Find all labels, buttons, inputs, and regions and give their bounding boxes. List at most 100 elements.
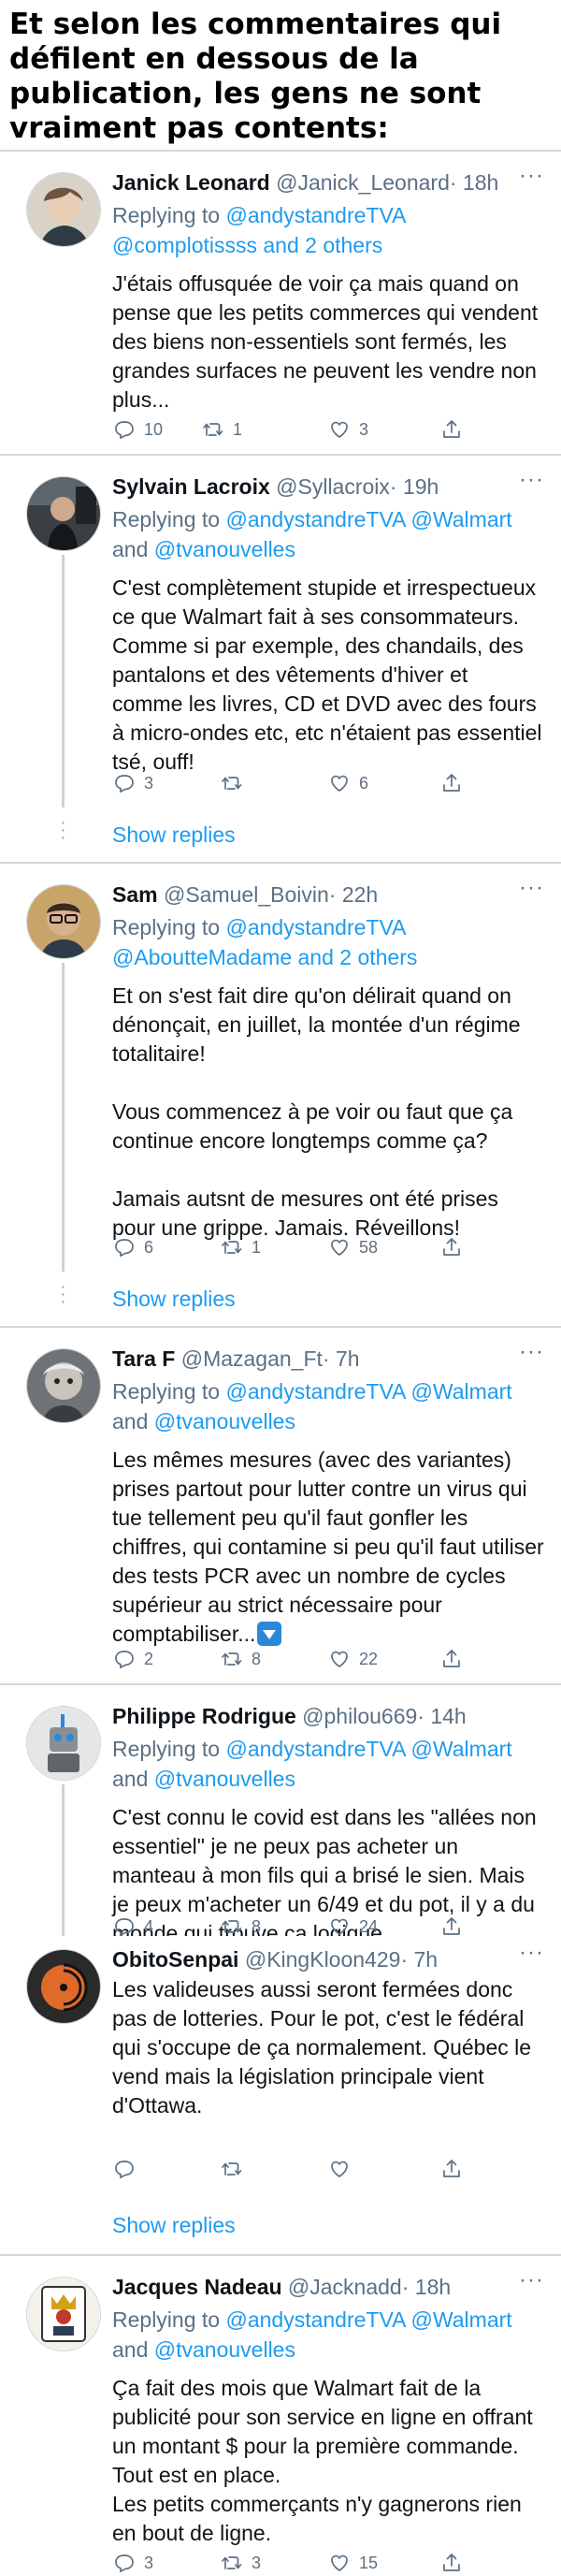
more-options-icon[interactable]: ··· (519, 467, 544, 493)
more-options-icon[interactable]: ··· (519, 1339, 544, 1365)
author-handle[interactable]: @Jacknadd (288, 2275, 402, 2299)
reply-mention[interactable]: @andystandreTVA (225, 203, 406, 227)
tweet[interactable]: Jacques Nadeau @Jacknadd· 18h ··· Replyi… (0, 2254, 561, 2562)
retweet-button[interactable]: 1 (201, 416, 242, 443)
more-options-icon[interactable]: ··· (519, 163, 544, 189)
reply-mention[interactable]: @andystandreTVA @Walmart (225, 1379, 511, 1404)
author-name[interactable]: Philippe Rodrigue (112, 1704, 296, 1728)
author-handle[interactable]: @Samuel_Boivin (164, 882, 329, 907)
reply-mention[interactable]: @andystandreTVA @Walmart (225, 1737, 511, 1761)
retweet-button[interactable]: 1 (220, 1234, 261, 1260)
tweet[interactable]: Tara F @Mazagan_Ft· 7h ··· Replying to @… (0, 1326, 561, 1685)
thread-line (62, 1784, 65, 1943)
author-name[interactable]: Tara F (112, 1346, 175, 1371)
tweet[interactable]: ObitoSenpai @KingKloon429· 7h ··· Les va… (0, 1936, 561, 2254)
reply-mention[interactable]: @complotissss and 2 others (112, 233, 382, 257)
thread-line (62, 963, 65, 1272)
robot-avatar[interactable] (26, 1706, 101, 1781)
share-button[interactable] (439, 416, 469, 443)
retweet-icon (220, 772, 244, 794)
reply-icon (112, 418, 137, 441)
tweet[interactable]: Sam @Samuel_Boivin· 22h ··· Replying to … (0, 862, 561, 1328)
reply-mention[interactable]: @tvanouvelles (154, 1409, 295, 1434)
and-label: and (112, 1409, 149, 1434)
share-button[interactable] (439, 770, 469, 796)
author-name[interactable]: ObitoSenpai (112, 1947, 238, 1972)
tweet-text: Et on s'est fait dire qu'on délirait qua… (112, 983, 521, 1240)
reply-icon (112, 1648, 137, 1670)
tweet-time[interactable]: · 22h (329, 882, 378, 907)
like-button[interactable]: 22 (327, 1646, 378, 1672)
show-replies-link[interactable]: Show replies (112, 2213, 236, 2238)
replying-to-label: Replying to (112, 2307, 221, 2332)
masked-character-avatar[interactable] (26, 1949, 101, 2024)
tweet-time[interactable]: · 18h (450, 170, 498, 195)
old-man-avatar[interactable] (26, 1348, 101, 1423)
like-button[interactable] (327, 2156, 359, 2182)
share-button[interactable] (439, 2156, 469, 2182)
like-button[interactable]: 3 (327, 416, 368, 443)
reply-mention[interactable]: @tvanouvelles (154, 1767, 295, 1791)
reply-button[interactable]: 3 (112, 770, 153, 796)
share-button[interactable] (439, 1646, 469, 1672)
reply-count: 3 (144, 773, 154, 793)
down-arrow-emoji-icon (257, 1622, 282, 1646)
retweet-button[interactable] (220, 2156, 252, 2182)
man-car-avatar[interactable] (26, 476, 101, 551)
reply-button[interactable] (112, 2156, 144, 2182)
and-label: and (112, 2337, 149, 2362)
author-handle[interactable]: @Syllacroix (276, 474, 390, 499)
reply-icon (112, 2158, 137, 2180)
tweet-time[interactable]: · 14h (417, 1704, 466, 1728)
author-handle[interactable]: @KingKloon429 (245, 1947, 401, 1972)
tweet-time[interactable]: · 7h (400, 1947, 438, 1972)
author-handle[interactable]: @Mazagan_Ft (181, 1346, 323, 1371)
retweet-count: 3 (252, 2553, 262, 2572)
retweet-icon (201, 418, 225, 441)
author-name[interactable]: Janick Leonard (112, 170, 270, 195)
reply-mention[interactable]: @andystandreTVA @Walmart (225, 2307, 511, 2332)
author-name[interactable]: Sylvain Lacroix (112, 474, 270, 499)
tweet-time[interactable]: · 7h (323, 1346, 360, 1371)
more-options-icon[interactable]: ··· (519, 1940, 544, 1966)
reply-mention[interactable]: @andystandreTVA @Walmart (225, 507, 511, 531)
tweet-time[interactable]: · 19h (390, 474, 439, 499)
like-count: 22 (359, 1649, 379, 1668)
share-icon (439, 1236, 464, 1259)
reply-button[interactable]: 3 (112, 2550, 153, 2576)
retweet-button[interactable]: 3 (220, 2550, 261, 2576)
like-button[interactable]: 6 (327, 770, 368, 796)
author-handle[interactable]: @philou669 (302, 1704, 417, 1728)
card-king-avatar[interactable] (26, 2277, 101, 2351)
reply-button[interactable]: 6 (112, 1234, 153, 1260)
reply-button[interactable]: 10 (112, 416, 163, 443)
reply-mention[interactable]: @tvanouvelles (154, 2337, 295, 2362)
reply-mention[interactable]: @andystandreTVA (225, 915, 406, 939)
tweet[interactable]: Sylvain Lacroix @Syllacroix· 19h ··· Rep… (0, 454, 561, 864)
reply-mention[interactable]: @AboutteMadame and 2 others (112, 945, 417, 969)
author-name[interactable]: Sam (112, 882, 158, 907)
tweet-text: Les mêmes mesures (avec des variantes) p… (112, 1448, 544, 1646)
author-handle[interactable]: @Janick_Leonard (276, 170, 450, 195)
woman-avatar[interactable] (26, 172, 101, 247)
share-button[interactable] (439, 2550, 469, 2576)
tweet[interactable]: Janick Leonard @Janick_Leonard· 18h ··· … (0, 150, 561, 456)
more-options-icon[interactable]: ··· (519, 875, 544, 901)
and-label: and (112, 1767, 149, 1791)
author-name[interactable]: Jacques Nadeau (112, 2275, 282, 2299)
show-replies-link[interactable]: Show replies (112, 822, 236, 848)
share-button[interactable] (439, 1234, 469, 1260)
more-options-icon[interactable]: ··· (519, 2267, 544, 2293)
retweet-button[interactable]: 8 (220, 1646, 261, 1672)
tweet-time[interactable]: · 18h (402, 2275, 451, 2299)
like-button[interactable]: 58 (327, 1234, 378, 1260)
tweet[interactable]: Philippe Rodrigue @philou669· 14h Replyi… (0, 1683, 561, 1945)
show-replies-link[interactable]: Show replies (112, 1287, 236, 1312)
like-button[interactable]: 15 (327, 2550, 378, 2576)
thread-dots-icon: · · · (60, 812, 66, 848)
man-glasses-avatar[interactable] (26, 884, 101, 959)
retweet-button[interactable] (220, 770, 252, 796)
reply-button[interactable]: 2 (112, 1646, 153, 1672)
reply-mention[interactable]: @tvanouvelles (154, 537, 295, 561)
heart-icon (327, 1236, 352, 1259)
